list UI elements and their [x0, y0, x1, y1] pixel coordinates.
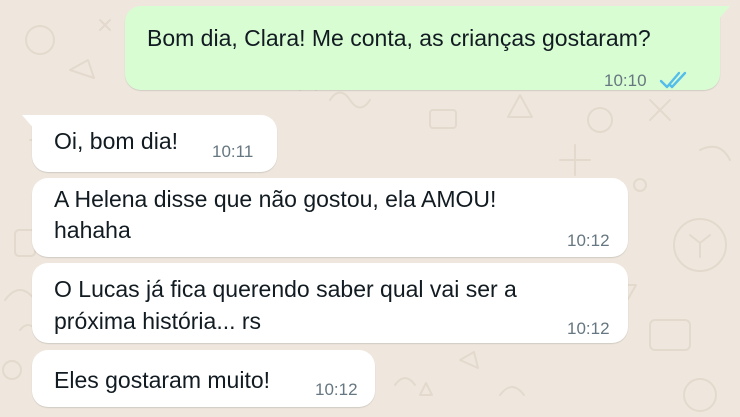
bubble-tail	[708, 6, 730, 23]
chat-messages: Bom dia, Clara! Me conta, as crianças go…	[0, 0, 740, 417]
incoming-message[interactable]: Oi, bom dia! 10:11	[22, 115, 277, 172]
message-time: 10:10	[604, 71, 647, 90]
bubble-tail	[22, 115, 44, 132]
message-text-line-2: próxima história... rs	[54, 308, 262, 334]
incoming-message[interactable]: Eles gostaram muito! 10:12	[32, 350, 375, 407]
message-text-line-1: O Lucas já fica querendo saber qual vai …	[54, 276, 517, 302]
message-time: 10:12	[567, 231, 610, 250]
message-text-line-1: A Helena disse que não gostou, ela AMOU!	[54, 186, 497, 212]
message-text-line-2: hahaha	[54, 217, 131, 243]
message-time: 10:11	[212, 142, 254, 161]
incoming-message[interactable]: A Helena disse que não gostou, ela AMOU!…	[32, 178, 628, 257]
message-time: 10:12	[315, 380, 358, 399]
double-check-read-icon	[659, 71, 687, 89]
message-text: Oi, bom dia!	[54, 128, 178, 154]
message-text: Eles gostaram muito!	[54, 367, 271, 393]
message-text: Bom dia, Clara! Me conta, as crianças go…	[147, 25, 651, 51]
message-time: 10:12	[567, 319, 610, 338]
incoming-message[interactable]: O Lucas já fica querendo saber qual vai …	[32, 263, 628, 343]
outgoing-message[interactable]: Bom dia, Clara! Me conta, as crianças go…	[125, 6, 730, 90]
